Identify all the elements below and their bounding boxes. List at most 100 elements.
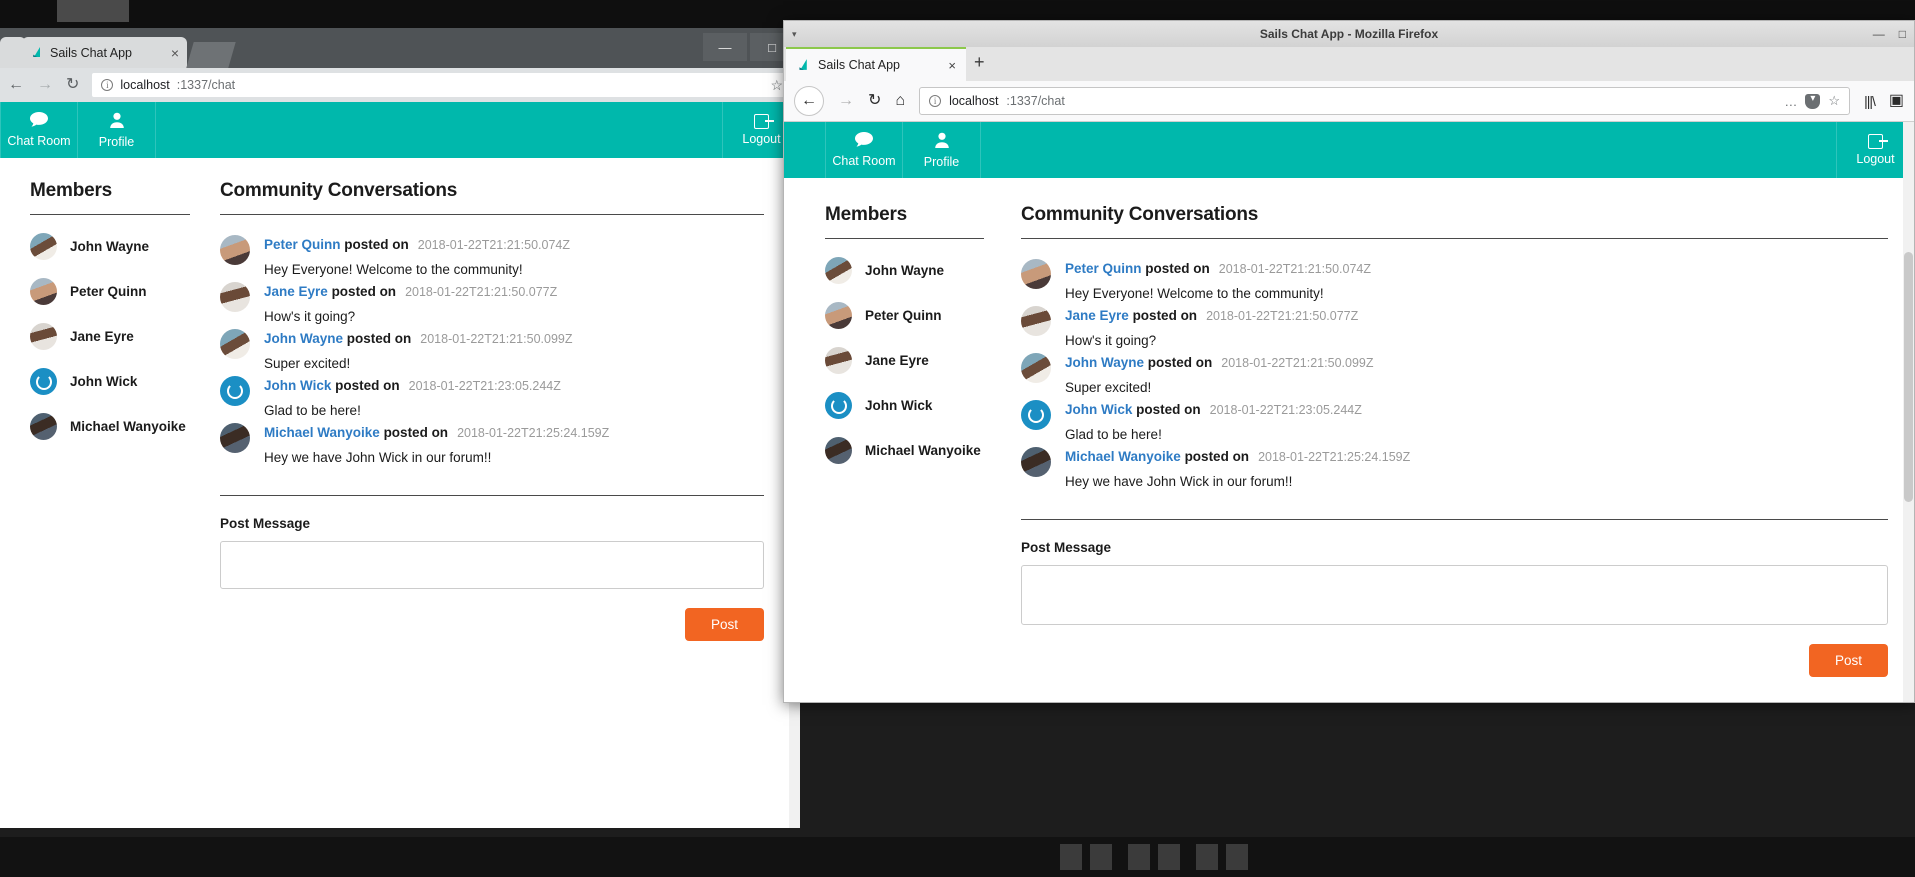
- bookmark-star-icon[interactable]: ☆: [770, 77, 783, 94]
- back-icon[interactable]: ←: [8, 77, 24, 93]
- message-author-link[interactable]: Michael Wanyoike: [264, 425, 380, 440]
- sidebar-icon[interactable]: ▣: [1889, 93, 1904, 109]
- page-scrollbar-firefox[interactable]: [1903, 122, 1914, 702]
- reload-icon[interactable]: ↻: [868, 93, 881, 109]
- list-item[interactable]: Jane Eyre: [30, 323, 190, 350]
- message-author-link[interactable]: Jane Eyre: [264, 284, 328, 299]
- post-button[interactable]: Post: [684, 608, 764, 641]
- taskbar-tile[interactable]: [1128, 844, 1150, 870]
- library-icon[interactable]: |||\: [1864, 94, 1876, 108]
- avatar: [1021, 259, 1051, 289]
- chrome-toolbar[interactable]: ← → ↻ i localhost:1337/chat ☆: [0, 68, 800, 102]
- message-item: Peter Quinn posted on 2018-01-22T21:21:50…: [220, 235, 764, 277]
- taskbar-tile[interactable]: [1226, 844, 1248, 870]
- home-icon[interactable]: ⌂: [895, 93, 905, 109]
- message-author-link[interactable]: John Wick: [264, 378, 331, 393]
- firefox-titlebar[interactable]: ▾ Sails Chat App - Mozilla Firefox — □: [784, 21, 1914, 47]
- nav-item-chat-room[interactable]: Chat Room: [825, 122, 903, 178]
- message-author-link[interactable]: Michael Wanyoike: [1065, 449, 1181, 464]
- close-icon[interactable]: ×: [171, 46, 179, 60]
- back-icon[interactable]: ←: [794, 86, 824, 116]
- firefox-browser-window[interactable]: ▾ Sails Chat App - Mozilla Firefox — □ S…: [783, 20, 1915, 703]
- firefox-tab-sails-chat-app[interactable]: Sails Chat App ×: [786, 47, 966, 81]
- scrollbar-thumb[interactable]: [1904, 252, 1913, 502]
- post-button[interactable]: Post: [1808, 644, 1888, 677]
- pocket-icon[interactable]: ▾: [1805, 93, 1821, 109]
- window-menu-icon[interactable]: ▾: [792, 29, 797, 40]
- minimize-icon[interactable]: —: [703, 33, 747, 61]
- firefox-window-controls[interactable]: — □: [1873, 27, 1906, 41]
- list-item[interactable]: Michael Wanyoike: [825, 437, 984, 464]
- message-body: John Wick posted on 2018-01-22T21:23:05.2…: [264, 376, 764, 418]
- message-list-chrome: Peter Quinn posted on 2018-01-22T21:21:50…: [220, 235, 764, 465]
- firefox-address-bar[interactable]: i localhost:1337/chat … ▾ ☆: [919, 87, 1851, 115]
- avatar: [1021, 353, 1051, 383]
- firefox-navigation-toolbar[interactable]: ← → ↻ ⌂ i localhost:1337/chat … ▾ ☆ |||\…: [784, 81, 1914, 122]
- list-item[interactable]: Peter Quinn: [825, 302, 984, 329]
- chrome-tab-sails-chat-app[interactable]: Sails Chat App ×: [22, 37, 187, 68]
- message-body: Michael Wanyoike posted on 2018-01-22T21:…: [1065, 447, 1888, 489]
- message-author-link[interactable]: Peter Quinn: [1065, 261, 1142, 276]
- navbar-links-firefox: Chat Room Profile: [825, 122, 981, 178]
- chrome-browser-window[interactable]: Sails Chat App × — □ ← → ↻ i localhost:1…: [0, 28, 800, 828]
- chrome-titlebar[interactable]: Sails Chat App × — □: [0, 28, 800, 68]
- page-actions-icon[interactable]: …: [1784, 94, 1797, 109]
- chrome-window-controls[interactable]: — □: [703, 33, 794, 61]
- minimize-icon[interactable]: —: [1873, 27, 1885, 41]
- nav-item-profile[interactable]: Profile: [903, 122, 981, 178]
- message-item: John Wayne posted on 2018-01-22T21:21:50.…: [220, 329, 764, 371]
- message-author-link[interactable]: John Wayne: [1065, 355, 1144, 370]
- message-author-link[interactable]: John Wayne: [264, 331, 343, 346]
- taskbar-tile[interactable]: [1158, 844, 1180, 870]
- app-navbar-firefox[interactable]: Chat Room Profile Logout: [784, 122, 1914, 178]
- message-author-link[interactable]: Peter Quinn: [264, 237, 341, 252]
- post-message-label: Post Message: [1021, 540, 1112, 555]
- post-message-input[interactable]: [220, 541, 764, 589]
- list-item[interactable]: John Wick: [30, 368, 190, 395]
- app-navbar-chrome[interactable]: Chat Room Profile Logout: [0, 102, 800, 158]
- message-header: John Wick posted on 2018-01-22T21:23:05.2…: [1065, 402, 1888, 417]
- posted-on-label: posted on: [1132, 308, 1198, 323]
- bookmark-star-icon[interactable]: ☆: [1828, 93, 1840, 109]
- message-item: Michael Wanyoike posted on 2018-01-22T21:…: [220, 423, 764, 465]
- reload-icon[interactable]: ↻: [66, 77, 79, 93]
- forward-icon[interactable]: →: [37, 77, 53, 93]
- list-item[interactable]: John Wayne: [825, 257, 984, 284]
- message-text: Hey Everyone! Welcome to the community!: [1065, 286, 1324, 301]
- nav-item-profile[interactable]: Profile: [78, 102, 156, 158]
- post-message-input[interactable]: [1021, 565, 1888, 625]
- members-title: Members: [825, 204, 908, 225]
- new-tab-icon[interactable]: +: [974, 53, 985, 71]
- message-author-link[interactable]: Jane Eyre: [1065, 308, 1129, 323]
- list-item[interactable]: Jane Eyre: [825, 347, 984, 374]
- speech-bubble-icon: [855, 132, 873, 151]
- firefox-tab-strip[interactable]: Sails Chat App × +: [784, 47, 1914, 81]
- nav-item-chat-room[interactable]: Chat Room: [0, 102, 78, 158]
- message-body: John Wick posted on 2018-01-22T21:23:05.2…: [1065, 400, 1888, 442]
- sails-chat-app-firefox: Chat Room Profile Logout Members John Wa…: [784, 122, 1914, 702]
- maximize-icon[interactable]: □: [1899, 27, 1906, 41]
- nav-label: Chat Room: [832, 154, 896, 168]
- taskbar-tile[interactable]: [1196, 844, 1218, 870]
- members-list-chrome: John Wayne Peter Quinn Jane Eyre John Wick M…: [30, 233, 190, 440]
- chrome-address-bar[interactable]: i localhost:1337/chat ☆: [92, 73, 792, 97]
- list-item[interactable]: John Wick: [825, 392, 984, 419]
- message-timestamp: 2018-01-22T21:21:50.074Z: [1218, 262, 1371, 276]
- forward-icon[interactable]: →: [838, 93, 854, 109]
- list-item[interactable]: Peter Quinn: [30, 278, 190, 305]
- site-info-icon[interactable]: i: [929, 95, 942, 107]
- member-name: Jane Eyre: [70, 329, 134, 344]
- message-timestamp: 2018-01-22T21:23:05.244Z: [1209, 403, 1362, 417]
- nav-label: Logout: [742, 132, 781, 146]
- person-icon: [109, 112, 125, 132]
- taskbar-tile[interactable]: [1060, 844, 1082, 870]
- message-timestamp: 2018-01-22T21:21:50.077Z: [1206, 309, 1359, 323]
- close-icon[interactable]: ×: [948, 58, 956, 73]
- message-author-link[interactable]: John Wick: [1065, 402, 1132, 417]
- taskbar-tile[interactable]: [1090, 844, 1112, 870]
- site-info-icon[interactable]: i: [101, 79, 114, 91]
- list-item[interactable]: Michael Wanyoike: [30, 413, 190, 440]
- chrome-inactive-tab[interactable]: [186, 42, 236, 68]
- taskbar[interactable]: [0, 837, 1915, 877]
- list-item[interactable]: John Wayne: [30, 233, 190, 260]
